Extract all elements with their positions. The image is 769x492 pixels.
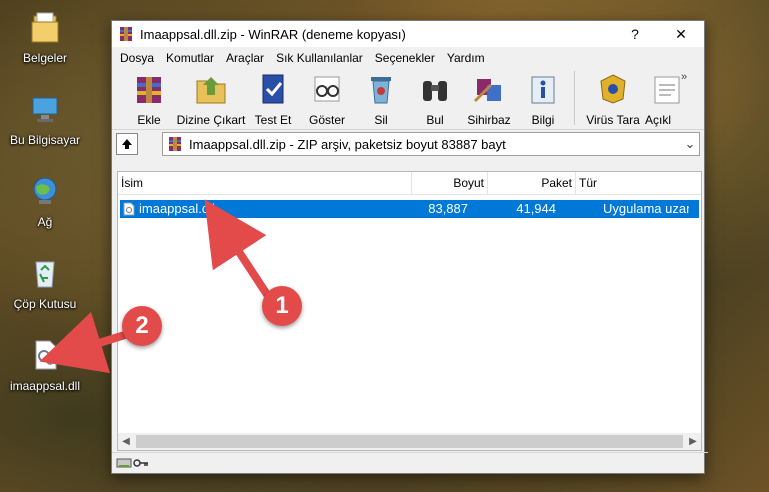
file-packed: 41,944 [516,201,556,216]
toolbar: Ekle Dizine Çıkart Test Et Göster Sil Bu… [112,69,704,129]
chevron-down-icon[interactable]: ⌄ [681,136,699,152]
file-type: Uygulama uzantısı [603,201,689,216]
info-label: Bilgi [531,113,555,127]
extract-folder-icon [196,77,226,104]
desktop-icon-label: Belgeler [22,51,68,65]
desktop-icon-recycle-bin[interactable]: Çöp Kutusu [3,256,87,311]
menu-help[interactable]: Yardım [441,51,491,65]
wizard-label: Sihirbaz [467,113,511,127]
file-size: 83,887 [428,201,468,216]
add-button[interactable]: Ekle [122,69,176,127]
address-field[interactable]: Imaappsal.dll.zip - ZIP arşiv, paketsiz … [162,132,700,156]
desktop-icon-this-pc[interactable]: Bu Bilgisayar [3,92,87,147]
file-name: imaappsal.dll [139,201,215,216]
menu-options[interactable]: Seçenekler [369,51,441,65]
find-label: Bul [426,113,444,127]
test-archive-icon [262,74,284,104]
winrar-window: Imaappsal.dll.zip - WinRAR (deneme kopya… [111,20,708,474]
virus-scan-button[interactable]: Virüs Tara [581,69,645,127]
add-archive-icon [137,77,161,103]
desktop-icon-label: Çöp Kutusu [13,297,77,311]
scroll-left-icon[interactable]: ◀ [118,436,134,447]
title-bar[interactable]: Imaappsal.dll.zip - WinRAR (deneme kopya… [112,21,704,47]
callout-badge-2: 2 [122,306,162,346]
delete-button[interactable]: Sil [354,69,408,127]
computer-icon [32,97,58,122]
column-header-type[interactable]: Tür [576,172,701,194]
winrar-icon [120,27,132,41]
view-button[interactable]: Göster [300,69,354,127]
menu-commands[interactable]: Komutlar [160,51,220,65]
menu-bar: Dosya Komutlar Araçlar Sık Kullanılanlar… [112,47,704,69]
desktop-icon-documents[interactable]: Belgeler [3,10,87,65]
test-button[interactable]: Test Et [246,69,300,127]
address-text: Imaappsal.dll.zip - ZIP arşiv, paketsiz … [189,136,506,152]
address-bar: Imaappsal.dll.zip - ZIP arşiv, paketsiz … [112,129,704,158]
scroll-right-icon[interactable]: ▶ [685,436,701,447]
desktop-icon-label: imaappsal.dll [9,379,81,393]
horizontal-scrollbar[interactable]: ◀ ▶ [118,433,701,450]
comment-button[interactable]: Açıkl [645,69,681,127]
binoculars-icon [423,81,447,101]
view-label: Göster [308,113,345,127]
up-arrow-icon [122,139,132,149]
delete-label: Sil [374,113,388,127]
column-header-row: İsim Boyut Paket Tür [118,172,701,195]
extract-to-label: Dizine Çıkart [176,113,246,127]
comment-label: Açıkl [645,113,672,127]
view-glasses-icon [314,76,340,102]
desktop-icon-network[interactable]: Ağ [3,174,87,229]
test-label: Test Et [254,113,292,127]
toolbar-separator [574,71,575,125]
up-folder-button[interactable] [116,133,138,155]
column-header-packed[interactable]: Paket [488,172,576,194]
wizard-icon [473,79,501,103]
extract-to-button[interactable]: Dizine Çıkart [176,69,246,127]
desktop-icon-dll-file[interactable]: imaappsal.dll [3,338,87,393]
wizard-button[interactable]: Sihirbaz [462,69,516,127]
archive-icon [169,137,181,151]
menu-file[interactable]: Dosya [114,51,160,65]
virus-scan-label: Virüs Tara [586,113,640,127]
globe-icon [33,177,57,204]
add-label: Ekle [137,113,161,127]
dll-file-icon [123,202,135,216]
drive-key-icon [116,458,148,468]
delete-icon [371,77,391,104]
close-button[interactable]: ✕ [658,26,704,43]
column-header-size[interactable]: Boyut [412,172,488,194]
status-bar [112,452,708,473]
info-button[interactable]: Bilgi [516,69,570,127]
menu-tools[interactable]: Araçlar [220,51,270,65]
menu-favorites[interactable]: Sık Kullanılanlar [270,51,369,65]
info-icon [531,76,555,104]
find-button[interactable]: Bul [408,69,462,127]
desktop-icon-label: Bu Bilgisayar [9,133,81,147]
dll-file-icon [35,340,57,370]
help-button[interactable]: ? [612,26,658,42]
folder-icon [31,12,59,43]
virus-scan-icon [600,74,626,104]
comment-icon [654,76,680,104]
toolbar-overflow-button[interactable]: » [681,69,687,83]
column-header-name[interactable]: İsim [118,172,412,194]
callout-badge-1: 1 [262,286,302,326]
desktop-icon-label: Ağ [37,215,53,229]
recycle-bin-icon [35,261,55,288]
window-title: Imaappsal.dll.zip - WinRAR (deneme kopya… [140,26,406,42]
table-row[interactable]: imaappsal.dll 83,887 41,944 Uygulama uza… [120,200,699,218]
scroll-thumb[interactable] [136,435,683,448]
file-list[interactable]: İsim Boyut Paket Tür imaappsal.dll 83,88… [117,171,702,451]
